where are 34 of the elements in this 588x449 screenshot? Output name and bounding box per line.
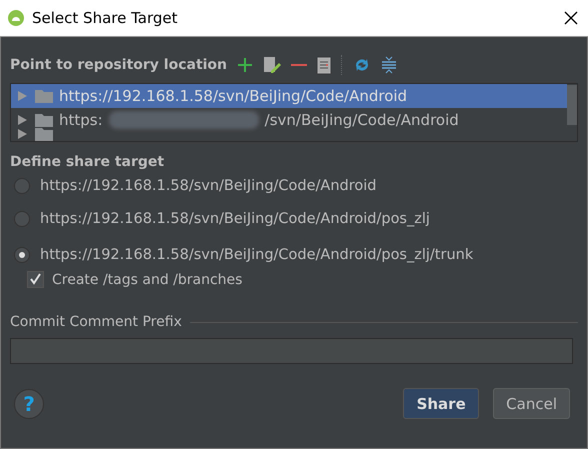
radio-label: https://192.168.1.58/svn/BeiJing/Code/Android/pos_zlj (40, 211, 430, 227)
add-icon[interactable] (237, 57, 254, 73)
share-button[interactable]: Share (403, 388, 480, 419)
expand-arrow-icon[interactable] (15, 129, 29, 139)
close-icon[interactable] (564, 11, 578, 25)
checkbox-label: Create /tags and /branches (52, 272, 242, 288)
android-icon (8, 10, 24, 26)
repository-row[interactable]: https://192.168.1.58/svn/BeiJing/Code/Android (11, 84, 567, 108)
expand-arrow-icon[interactable] (15, 115, 29, 125)
document-icon[interactable] (317, 56, 332, 74)
radio-button[interactable] (14, 178, 30, 194)
section-label: Point to repository location (10, 57, 228, 73)
repository-row[interactable]: https: /svn/BeiJing/Code/Android (11, 108, 567, 132)
cancel-button[interactable]: Cancel (493, 388, 570, 419)
folder-icon (35, 89, 53, 103)
repository-url: https://192.168.1.58/svn/BeiJing/Code/Android (59, 87, 408, 105)
radio-label: https://192.168.1.58/svn/BeiJing/Code/Android/pos_zlj/trunk (40, 247, 474, 263)
field-label: Commit Comment Prefix (10, 314, 182, 330)
folder-icon (35, 127, 53, 141)
folder-icon (35, 113, 53, 127)
repository-url: https: (59, 111, 103, 129)
edit-icon[interactable] (263, 56, 282, 74)
radio-button[interactable] (14, 247, 30, 263)
radio-label: https://192.168.1.58/svn/BeiJing/Code/Android (40, 178, 376, 194)
radio-button[interactable] (14, 211, 30, 227)
section-label: Define share target (10, 154, 166, 170)
input-field[interactable] (10, 338, 573, 364)
window-title: Select Share Target (32, 9, 179, 27)
checkbox[interactable] (27, 271, 44, 288)
repository-url: /svn/BeiJing/Code/Android (264, 111, 459, 129)
collapse-icon[interactable] (381, 56, 398, 74)
remove-icon[interactable] (291, 63, 308, 67)
scrollbar-thumb[interactable] (567, 85, 577, 125)
help-button[interactable]: ? (14, 388, 44, 418)
